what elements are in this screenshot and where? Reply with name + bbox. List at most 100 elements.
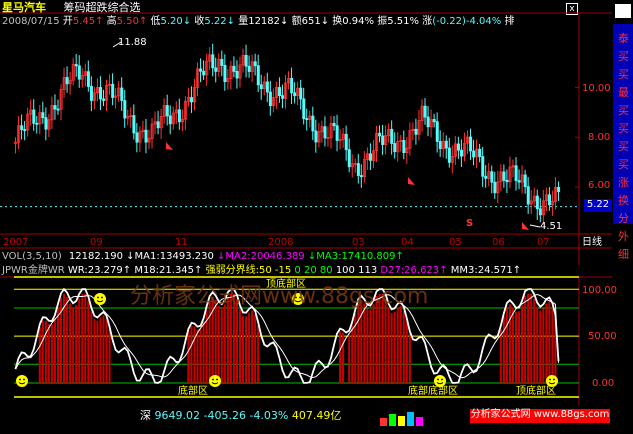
x-tick: 09 — [90, 237, 103, 248]
top-zone-label: 顶底部区 — [266, 279, 306, 290]
wr-bar — [357, 303, 360, 383]
wr-bar — [545, 303, 548, 383]
bottom-zone-label: 底部区 — [178, 386, 208, 397]
wr-bar — [41, 320, 44, 383]
candle-body — [123, 100, 127, 119]
vol-value: 12182.190 — [68, 251, 123, 262]
status-bars — [380, 412, 428, 426]
candle-body — [168, 115, 172, 125]
ma1-value: ↓MA1:13493.230 — [126, 251, 214, 262]
x-tick: 04 — [401, 237, 414, 248]
x-tick: 03 — [352, 237, 365, 248]
wr-bar — [220, 308, 223, 383]
wr-bar — [508, 304, 511, 383]
candle-body — [144, 129, 148, 143]
status-bar-block — [380, 418, 387, 426]
wr-bar — [235, 299, 238, 383]
smiley-eye — [101, 296, 103, 299]
candle-body — [35, 122, 39, 125]
current-price-tag: 5.22 — [584, 199, 612, 212]
period-label[interactable]: 日线 — [582, 237, 602, 249]
candle-body — [53, 105, 57, 110]
wr-bar — [69, 303, 72, 383]
wr-bar — [369, 309, 372, 383]
market-label: 深 — [140, 409, 151, 422]
candle-body — [44, 117, 48, 130]
wr-bar — [257, 325, 260, 383]
candle-body — [293, 92, 297, 97]
candle-body — [557, 187, 561, 193]
candle-body — [156, 121, 160, 129]
wr-bar — [56, 307, 59, 383]
panel-item[interactable]: 买 — [618, 102, 629, 120]
wr-bar — [524, 295, 527, 383]
smiley-icon — [209, 375, 221, 387]
panel-item[interactable]: 最 — [618, 84, 629, 102]
price-chart[interactable] — [0, 0, 612, 265]
wr-bar — [399, 305, 402, 383]
x-tick: 05 — [449, 237, 462, 248]
wr-bar — [84, 293, 87, 383]
candle-body — [99, 87, 103, 100]
candle-body — [538, 208, 542, 216]
candle-body — [547, 194, 551, 206]
panel-item[interactable]: 买 — [618, 120, 629, 138]
wr-bar — [78, 298, 81, 383]
candle-body — [311, 115, 315, 132]
wr-bar — [217, 305, 220, 383]
candle-body — [299, 87, 303, 100]
panel-item[interactable]: 换 — [618, 192, 629, 210]
candle-body — [214, 67, 218, 72]
panel-item[interactable]: 涨 — [618, 174, 629, 192]
wr-bar — [408, 333, 411, 383]
candle-body — [314, 130, 318, 143]
wr-bar — [366, 308, 369, 383]
wr-bar — [387, 307, 390, 383]
panel-item[interactable]: 细 — [618, 246, 629, 264]
smiley-eye — [19, 378, 21, 381]
candle-body — [235, 70, 239, 79]
panel-item[interactable]: 买 — [618, 138, 629, 156]
ma3-value: ↓MA3:17410.809↑ — [307, 251, 404, 262]
candle-body — [56, 108, 60, 111]
wr-bar — [242, 315, 245, 383]
smiley-icon — [16, 375, 28, 387]
candle-body — [111, 83, 115, 98]
smiley-eye — [553, 378, 555, 381]
candle-body — [505, 179, 509, 183]
wr-bar — [214, 299, 217, 383]
x-axis: 2007 09 11 2008 03 04 05 06 07 — [0, 237, 580, 249]
wr-bar — [190, 325, 193, 383]
candle-body — [378, 132, 382, 137]
wr-bar — [108, 329, 111, 383]
candle-body — [278, 87, 282, 97]
right-panel-items: 泰 买 买 最 买 买 买 买 涨 换 分 外 细 — [618, 30, 629, 264]
panel-item[interactable]: 外 — [618, 228, 629, 246]
x-tick: 11 — [175, 237, 188, 248]
candle-body — [447, 147, 451, 163]
y-tick-8: 8.00 — [588, 132, 611, 143]
smiley-eye — [212, 378, 214, 381]
wr-bar — [548, 301, 551, 383]
wr-bar — [363, 303, 366, 383]
panel-item[interactable]: 分 — [618, 210, 629, 228]
wr-bar — [99, 317, 102, 383]
panel-item[interactable]: 泰 — [618, 30, 629, 48]
wr-bar — [518, 311, 521, 383]
smiley-eye — [441, 378, 443, 381]
wr-bar — [223, 304, 226, 383]
x-tick: 2007 — [3, 237, 29, 248]
sell-signal-marker — [522, 222, 529, 230]
sell-signal-marker — [166, 142, 173, 150]
candle-body — [460, 149, 464, 157]
panel-item[interactable]: 买 — [618, 156, 629, 174]
candle-body — [302, 98, 306, 120]
candle-body — [86, 71, 90, 87]
current-price-value: 5.22 — [586, 199, 610, 210]
wr-bar — [44, 320, 47, 383]
wr-bar — [50, 324, 53, 383]
wr-bar — [75, 305, 78, 383]
candle-body — [335, 125, 339, 141]
panel-item[interactable]: 买 — [618, 48, 629, 66]
panel-item[interactable]: 买 — [618, 66, 629, 84]
